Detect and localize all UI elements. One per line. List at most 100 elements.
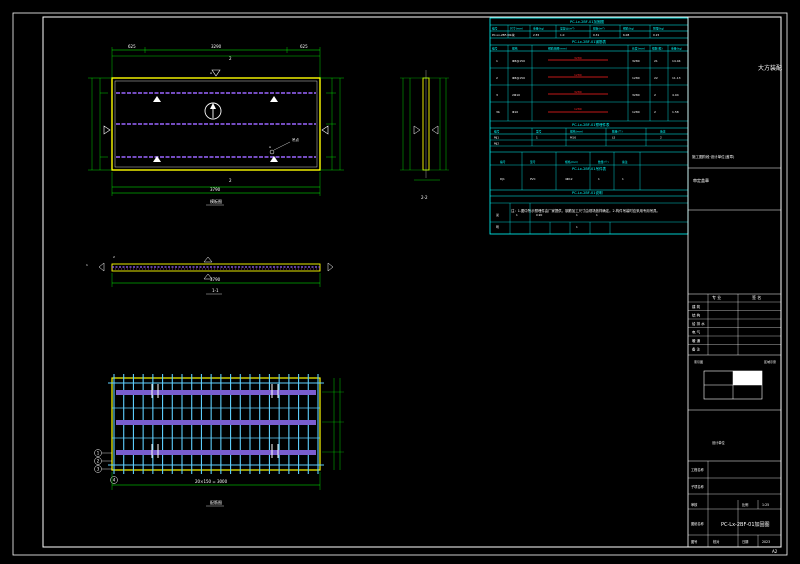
sheet-size-label: A2	[772, 549, 778, 554]
svg-text:签 名: 签 名	[752, 294, 761, 300]
table-cell: 说	[496, 213, 499, 217]
dim-bottom: 3790	[210, 187, 221, 192]
table-header-cell: 数量(个)	[598, 160, 609, 164]
rebar-shape-label: 1280	[574, 73, 582, 77]
section-dim-bottom: 3790	[210, 277, 221, 282]
table-cell: 1	[622, 177, 624, 181]
lift-point-marker	[270, 96, 278, 102]
table-header-cell: 规格(mm)	[565, 160, 578, 164]
title-block: 大方装配 施工图阶段·设计单位(盖章) 审定盖章 专 业 签 名 建 筑结 构给…	[687, 17, 782, 547]
table-cell: 4.04	[672, 93, 679, 97]
sign-row-label: 暖 通	[692, 338, 701, 343]
section-mark-bottom: 2	[229, 178, 232, 183]
schedule-title-1: PC-Lx-2BF-01加固图	[570, 19, 604, 24]
rebar-dim-bottom: 20×150 = 3000	[195, 479, 228, 484]
table-cell: 0.90	[536, 213, 542, 217]
dim-top-3: 625	[300, 44, 308, 49]
stage-label: 审定盖章	[693, 177, 709, 183]
table-header-cell: 重量(kg)	[533, 27, 544, 31]
schedule-title-5: PC-Lx-2BF-01说明	[572, 190, 603, 195]
table-cell: 1	[598, 177, 600, 181]
sheet-inner-border	[42, 16, 782, 548]
drawing-title-label: 图纸名称	[691, 521, 705, 526]
table-cell: 6.08	[623, 33, 629, 37]
schedule-note: 注：1.图中所示预埋件由厂家提供，钢筋加工尺寸由现场放样确定。2.构件吊装时应采…	[511, 208, 660, 213]
date-label: 日期	[742, 539, 748, 544]
table-header-cell: 尺寸(mm)	[510, 27, 523, 31]
svg-text:1: 1	[86, 263, 88, 267]
sign-row-label: 结 构	[692, 313, 701, 318]
schedule-title-3: PC-Lx-2BF-01预埋件表	[572, 122, 610, 127]
table-header-cell: 钢筋(kg)	[623, 27, 634, 31]
table-header-cell: 混凝土(m³)	[560, 27, 574, 31]
svg-text:3: 3	[97, 467, 100, 472]
table-cell: MJ1	[494, 136, 499, 140]
table-header-cell: 根数(根)	[652, 47, 663, 51]
table-cell: 2	[496, 76, 498, 80]
date-value: 2023	[762, 540, 770, 544]
table-header-cell: 备注	[622, 160, 628, 164]
table-cell: 2.55	[533, 33, 539, 37]
table-cell: 1块	[510, 33, 515, 37]
top-view: 625 3290 625 2 A A 吊点 3790 2 模板图	[88, 44, 344, 206]
table-header-cell: 重量(kg)	[671, 47, 682, 51]
rebar-view: 1 2 3 4 20×150 = 3000 配筋图	[94, 374, 344, 507]
svg-text:4: 4	[113, 478, 116, 483]
company-note: 施工图阶段·设计单位(盖章)	[692, 154, 735, 159]
lift-point-marker	[153, 96, 161, 102]
svg-text:2: 2	[113, 255, 115, 259]
table-header-cell: 编号	[494, 130, 500, 134]
table-cell: 明	[496, 225, 499, 229]
project-name: 大方装配	[758, 64, 782, 72]
table-cell: DJ1	[500, 177, 505, 181]
table-cell: 3b	[496, 110, 500, 114]
table-header-cell: 备注	[660, 130, 666, 134]
side-view: 2-2	[400, 70, 449, 200]
rebar-view-caption: 配筋图	[210, 499, 222, 505]
svg-text:1: 1	[97, 451, 100, 456]
sign-row-label: 电 气	[692, 330, 701, 335]
table-cell: PC-Lx-2BF-01	[492, 33, 511, 37]
table-cell: 1	[596, 213, 598, 217]
table-cell: 11.13	[672, 76, 681, 80]
svg-text:2: 2	[97, 459, 100, 464]
key-plan-note: 区域示意	[764, 359, 776, 364]
table-cell: PVC	[530, 177, 536, 181]
table-header-cell: 预埋(kg)	[653, 27, 664, 31]
sheet-outer-border	[12, 12, 788, 556]
section-view: 1 2 3790 1-1	[86, 255, 334, 295]
key-plan-label: 索引图	[694, 359, 703, 364]
table-cell: 2	[660, 136, 662, 140]
subproject-label: 子项名称	[691, 484, 705, 489]
company-label: 设计单位	[712, 440, 726, 445]
table-cell: 1.0	[560, 33, 565, 37]
table-cell: 1280	[632, 110, 640, 114]
svg-text:A: A	[269, 145, 272, 149]
table-cell: 3280	[632, 59, 640, 63]
lift-point-marker	[153, 156, 161, 162]
dim-top-1: 625	[128, 44, 136, 49]
table-header-cell: 编号	[492, 47, 498, 51]
project-label: 工程名称	[691, 467, 705, 472]
table-header-cell: 型号	[536, 130, 542, 134]
side-view-caption: 2-2	[421, 195, 428, 200]
table-cell: Φ8@150	[512, 76, 525, 80]
table-cell: 0.31	[593, 33, 599, 37]
table-header-cell: 编号	[500, 160, 506, 164]
rebar-shape-label: 1280	[574, 107, 582, 111]
table-cell: 1	[536, 136, 538, 140]
table-header-cell: 型号	[530, 160, 536, 164]
table-cell: 1	[576, 213, 578, 217]
lift-note: 吊点	[292, 137, 300, 142]
table-cell: 21	[654, 59, 658, 63]
table-cell: M16	[570, 136, 576, 140]
schedule-table: PC-Lx-2BF-01加固图 PC-Lx-2BF-01钢筋表 PC-Lx-2B…	[489, 17, 689, 235]
table-cell: 2	[654, 110, 656, 114]
table-cell: 1	[496, 59, 498, 63]
table-cell: 2Φ10	[512, 93, 520, 97]
section-view-caption: 1-1	[212, 288, 219, 293]
sign-row-label: 给 排 水	[692, 321, 705, 326]
table-cell: 3	[496, 93, 498, 97]
table-header-cell: 规格(mm)	[570, 130, 583, 134]
section-mark-top: 2	[229, 56, 232, 61]
